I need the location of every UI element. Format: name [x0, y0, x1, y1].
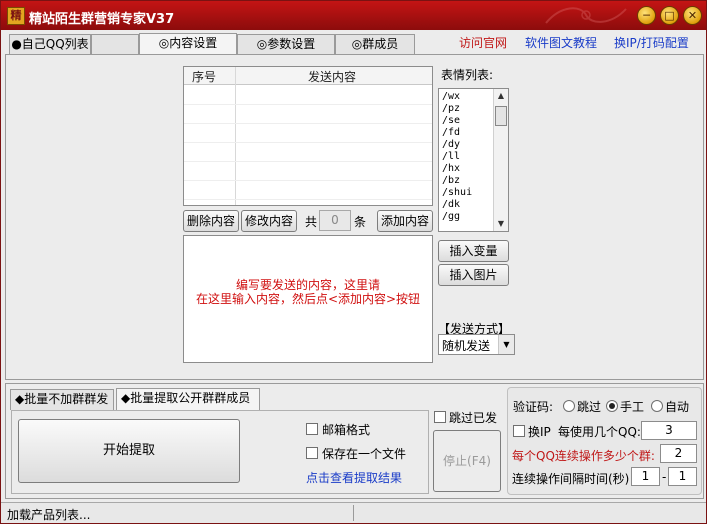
list-item[interactable]: /hx — [442, 163, 460, 174]
change-ip-checkbox[interactable] — [513, 425, 525, 437]
interval-separator: - — [662, 470, 667, 484]
modify-content-button[interactable]: 修改内容 — [241, 210, 297, 232]
scroll-up-icon[interactable]: ▲ — [494, 89, 508, 103]
minimize-button[interactable]: ─ — [637, 6, 656, 25]
maximize-button[interactable]: □ — [660, 6, 679, 25]
captcha-manual-label: 手工 — [620, 400, 645, 414]
tab-content-settings[interactable]: ◎内容设置 — [139, 33, 237, 55]
add-content-button[interactable]: 添加内容 — [377, 210, 433, 232]
change-ip-label: 换IP — [528, 425, 551, 439]
list-item[interactable]: /dy — [442, 139, 460, 150]
content-list-table[interactable]: 序号 发送内容 — [183, 66, 433, 206]
list-item[interactable]: /dk — [442, 199, 460, 210]
send-mode-select[interactable]: 随机发送 ▼ — [438, 334, 515, 355]
main-window: 精 精站陌生群营销专家V37 ─ □ ✕ ●自己QQ列表 ◎内容设置 ◎参数设置… — [0, 0, 707, 524]
per-qq-groups-label: 每个QQ连续操作多少个群: — [512, 449, 655, 463]
emoji-list-label: 表情列表: — [441, 68, 494, 82]
col-header-index: 序号 — [192, 70, 217, 84]
list-item[interactable]: /se — [442, 115, 460, 126]
insert-image-button[interactable]: 插入图片 — [438, 264, 509, 286]
row-line — [184, 104, 432, 105]
per-qq-input[interactable]: 3 — [641, 421, 697, 440]
official-site-link[interactable]: 访问官网 — [459, 34, 507, 51]
mailbox-format-label: 邮箱格式 — [322, 423, 371, 437]
delete-content-button[interactable]: 删除内容 — [183, 210, 239, 232]
per-qq-groups-input[interactable]: 2 — [660, 444, 697, 463]
send-mode-value: 随机发送 — [442, 339, 491, 353]
close-button[interactable]: ✕ — [683, 6, 702, 25]
captcha-skip-radio[interactable] — [563, 400, 575, 412]
emoji-list-scrollbar[interactable]: ▲ ▼ — [493, 89, 508, 231]
editor-hint-line2: 在这里输入内容，然后点<添加内容>按钮 — [195, 292, 421, 306]
content-count-field: 0 — [319, 210, 351, 231]
captcha-skip-label: 跳过 — [577, 400, 602, 414]
captcha-auto-label: 自动 — [665, 400, 690, 414]
list-item[interactable]: /ll — [442, 151, 460, 162]
stop-button[interactable]: 停止(F4) — [433, 430, 501, 492]
app-logo-icon: 精 — [7, 7, 25, 25]
list-item[interactable]: /fd — [442, 127, 460, 138]
row-line — [184, 161, 432, 162]
row-line — [184, 180, 432, 181]
row-line — [184, 123, 432, 124]
count-prefix: 共 — [305, 215, 318, 229]
tab-param-settings[interactable]: ◎参数设置 — [237, 34, 335, 55]
interval-label: 连续操作间隔时间(秒) — [512, 472, 630, 486]
tutorial-link[interactable]: 软件图文教程 — [525, 34, 597, 51]
status-bar: 加载产品列表... — [1, 502, 706, 523]
decorative-swirl-icon — [545, 7, 627, 24]
list-item[interactable]: /pz — [442, 103, 460, 114]
list-item[interactable]: /gg — [442, 211, 460, 222]
tab-batch-extract-members[interactable]: ◆批量提取公开群群成员 — [116, 388, 260, 410]
tab-blank[interactable] — [91, 34, 139, 55]
captcha-label: 验证码: — [513, 400, 554, 414]
emoji-list[interactable]: /wx /pz /se /fd /dy /ll /hx /bz /shui /d… — [438, 88, 509, 232]
column-divider — [235, 67, 236, 205]
content-editor[interactable]: 编写要发送的内容，这里请 在这里输入内容，然后点<添加内容>按钮 — [183, 235, 433, 363]
skip-sent-label: 跳过已发 — [449, 411, 498, 425]
list-item[interactable]: /bz — [442, 175, 460, 186]
per-qq-label: 每使用几个QQ: — [558, 425, 641, 439]
insert-variable-button[interactable]: 插入变量 — [438, 240, 509, 262]
scroll-down-icon[interactable]: ▼ — [494, 217, 508, 231]
interval-from-input[interactable]: 1 — [631, 467, 660, 486]
title-bar[interactable]: 精 精站陌生群营销专家V37 ─ □ ✕ — [1, 1, 706, 30]
list-item[interactable]: /wx — [442, 91, 460, 102]
scroll-thumb[interactable] — [495, 106, 507, 126]
table-header: 序号 发送内容 — [184, 67, 432, 85]
status-text: 加载产品列表... — [7, 508, 91, 522]
captcha-manual-radio[interactable] — [606, 400, 618, 412]
row-line — [184, 199, 432, 200]
skip-sent-checkbox[interactable] — [434, 411, 446, 423]
save-one-file-label: 保存在一个文件 — [322, 447, 407, 461]
col-header-content: 发送内容 — [308, 70, 357, 84]
start-extract-button[interactable]: 开始提取 — [18, 419, 240, 483]
window-title: 精站陌生群营销专家V37 — [29, 12, 175, 27]
count-suffix: 条 — [354, 215, 367, 229]
interval-to-input[interactable]: 1 — [668, 467, 697, 486]
tab-own-qq-list[interactable]: ●自己QQ列表 — [9, 34, 91, 55]
save-one-file-checkbox[interactable] — [306, 447, 318, 459]
captcha-auto-radio[interactable] — [651, 400, 663, 412]
status-divider — [353, 505, 354, 521]
list-item[interactable]: /shui — [442, 187, 472, 198]
change-ip-config-link[interactable]: 换IP/打码配置 — [614, 34, 689, 51]
tab-group-members[interactable]: ◎群成员 — [335, 34, 415, 55]
row-line — [184, 142, 432, 143]
view-extract-result-link[interactable]: 点击查看提取结果 — [306, 469, 402, 486]
chevron-down-icon[interactable]: ▼ — [498, 335, 514, 354]
mailbox-format-checkbox[interactable] — [306, 423, 318, 435]
tab-batch-no-join-send[interactable]: ◆批量不加群群发 — [10, 389, 114, 410]
